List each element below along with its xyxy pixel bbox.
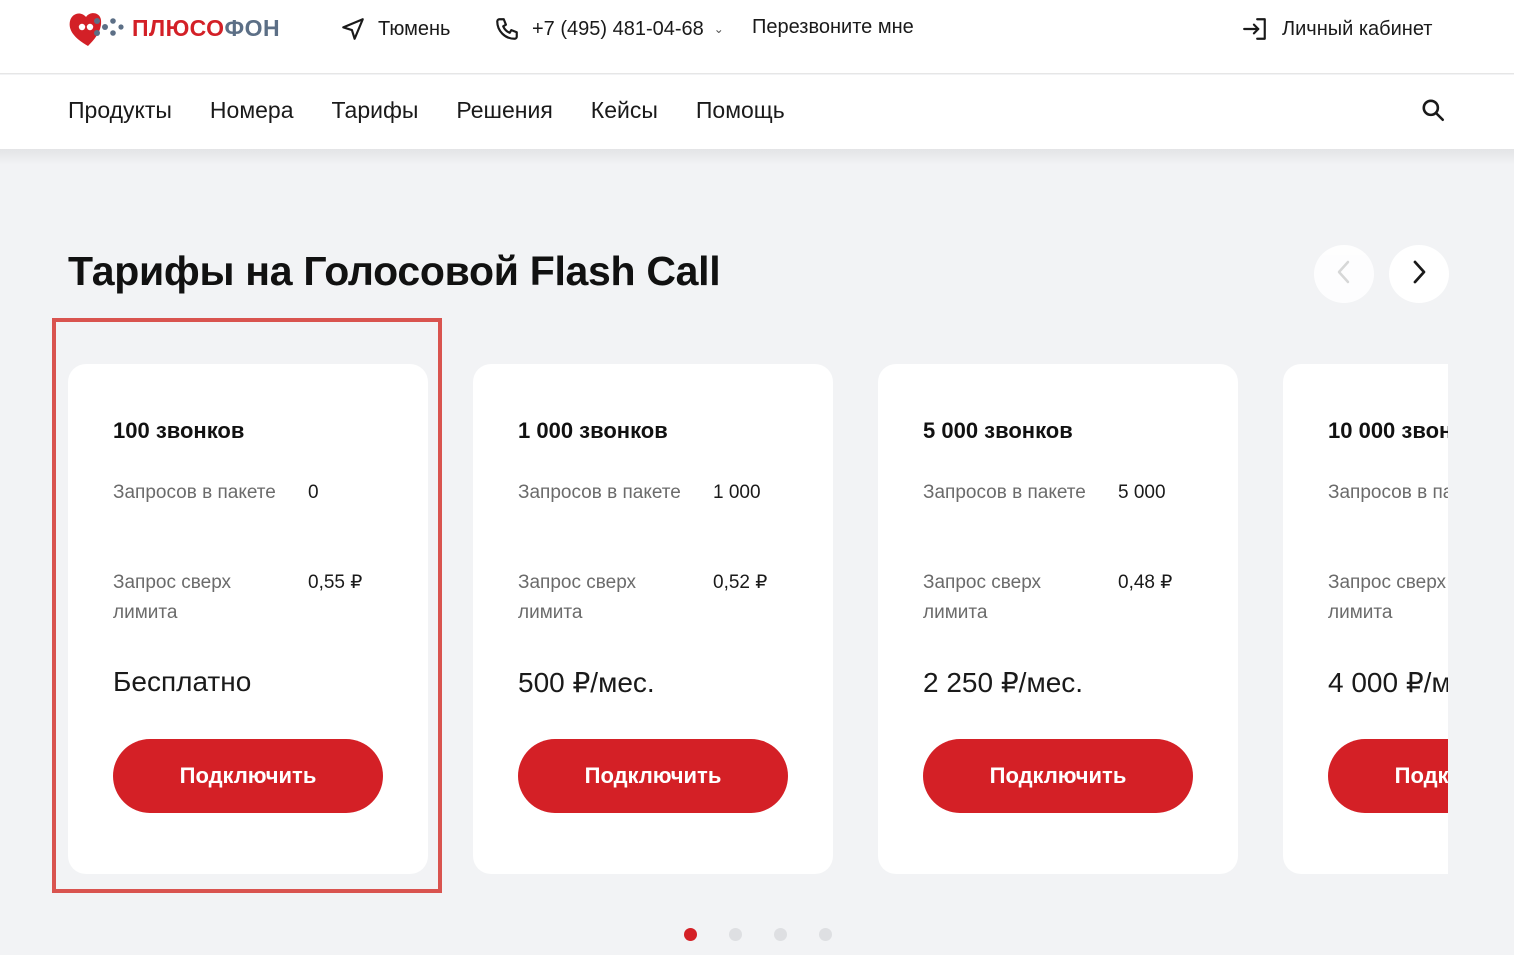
nav-item-solutions[interactable]: Решения <box>456 97 552 124</box>
nav-divider <box>0 149 1514 165</box>
tariff-price: 4 000 ₽/мес. <box>1328 667 1448 698</box>
package-requests-label: Запросов в пакете <box>113 482 276 503</box>
nav-item-tariffs[interactable]: Тарифы <box>332 97 419 124</box>
chevron-right-icon <box>1408 259 1430 290</box>
city-name: Тюмень <box>378 17 451 40</box>
phone-icon <box>494 16 520 42</box>
login-icon <box>1240 16 1270 42</box>
account-link[interactable]: Личный кабинет <box>1240 16 1432 42</box>
nav-item-cases[interactable]: Кейсы <box>591 97 658 124</box>
overlimit-price-label: Запрос сверх лимита <box>1328 572 1447 623</box>
phone-number: +7 (495) 481-04-68 <box>532 17 704 40</box>
package-requests-value: 0 <box>308 482 319 503</box>
package-requests-label: Запросов в пакете <box>1328 482 1448 503</box>
overlimit-price-row: Запрос сверх лимита 0,48 ₽ <box>923 568 1223 628</box>
package-requests-value: 5 000 <box>1118 482 1166 503</box>
location-arrow-icon <box>340 16 366 42</box>
package-requests-value: 1 000 <box>713 482 761 503</box>
carousel-pagination <box>684 928 832 941</box>
callback-link[interactable]: Перезвоните мне <box>752 16 914 39</box>
tariff-card: 5 000 звонков Запросов в пакете 5 000 За… <box>878 364 1238 874</box>
package-requests-row: Запросов в пакете 0 <box>113 478 413 538</box>
pagination-dot-3[interactable] <box>774 928 787 941</box>
callback-label: Перезвоните мне <box>752 16 914 38</box>
logo-icon <box>68 8 126 48</box>
tariff-title: 1 000 звонков <box>518 418 668 443</box>
phone-selector[interactable]: +7 (495) 481-04-68 ⌄ <box>494 16 724 42</box>
page-title: Тарифы на Голосовой Flash Call <box>68 248 721 294</box>
nav-item-products[interactable]: Продукты <box>68 97 172 124</box>
tariff-card: 1 000 звонков Запросов в пакете 1 000 За… <box>473 364 833 874</box>
connect-button[interactable]: Подключить <box>518 739 788 813</box>
pagination-dot-2[interactable] <box>729 928 742 941</box>
pagination-dot-1[interactable] <box>684 928 697 941</box>
overlimit-price-label: Запрос сверх лимита <box>113 572 232 623</box>
search-icon[interactable] <box>1420 97 1446 123</box>
tariff-price: 2 250 ₽/мес. <box>923 667 1084 698</box>
connect-button[interactable]: Подключить <box>1328 739 1448 813</box>
logo[interactable]: ПЛЮСОФОН <box>68 8 280 48</box>
nav-item-help[interactable]: Помощь <box>696 97 785 124</box>
overlimit-price-value: 0,55 ₽ <box>308 572 363 593</box>
account-label: Личный кабинет <box>1282 17 1433 40</box>
connect-button[interactable]: Подключить <box>113 739 383 813</box>
connect-button[interactable]: Подключить <box>923 739 1193 813</box>
overlimit-price-row: Запрос сверх лимита <box>1328 568 1448 628</box>
tariff-title: 10 000 звонков <box>1328 418 1448 443</box>
overlimit-price-row: Запрос сверх лимита 0,52 ₽ <box>518 568 818 628</box>
tariff-carousel: 100 звонков Запросов в пакете 0 Запрос с… <box>68 364 1448 876</box>
carousel-next-button[interactable] <box>1389 245 1449 303</box>
package-requests-row: Запросов в пакете 5 000 <box>923 478 1223 538</box>
tariff-card: 100 звонков Запросов в пакете 0 Запрос с… <box>68 364 428 874</box>
tariff-title: 5 000 звонков <box>923 418 1073 443</box>
package-requests-row: Запросов в пакете <box>1328 478 1448 538</box>
overlimit-price-label: Запрос сверх лимита <box>923 572 1042 623</box>
city-selector[interactable]: Тюмень <box>340 16 450 42</box>
logo-wordmark: ПЛЮСОФОН <box>132 14 281 41</box>
nav-list: Продукты Номера Тарифы Решения Кейсы Пом… <box>68 97 785 124</box>
tariff-price: Бесплатно <box>113 666 252 697</box>
overlimit-price-label: Запрос сверх лимита <box>518 572 637 623</box>
nav-item-numbers[interactable]: Номера <box>210 97 294 124</box>
tariff-card: 10 000 звонков Запросов в пакете Запрос … <box>1283 364 1448 874</box>
package-requests-label: Запросов в пакете <box>518 482 681 503</box>
chevron-down-icon: ⌄ <box>713 22 724 36</box>
carousel-prev-button[interactable] <box>1314 245 1374 303</box>
overlimit-price-value: 0,52 ₽ <box>713 572 768 593</box>
pagination-dot-4[interactable] <box>819 928 832 941</box>
tariff-price: 500 ₽/мес. <box>518 667 655 698</box>
tariff-title: 100 звонков <box>113 418 245 443</box>
top-bar: ПЛЮСОФОН Тюмень +7 (495) 481-04-68 ⌄ Пер… <box>0 0 1514 74</box>
main-nav: Продукты Номера Тарифы Решения Кейсы Пом… <box>0 75 1514 149</box>
package-requests-row: Запросов в пакете 1 000 <box>518 478 818 538</box>
chevron-left-icon <box>1333 259 1355 290</box>
overlimit-price-row: Запрос сверх лимита 0,55 ₽ <box>113 568 413 628</box>
overlimit-price-value: 0,48 ₽ <box>1118 572 1173 593</box>
package-requests-label: Запросов в пакете <box>923 482 1086 503</box>
